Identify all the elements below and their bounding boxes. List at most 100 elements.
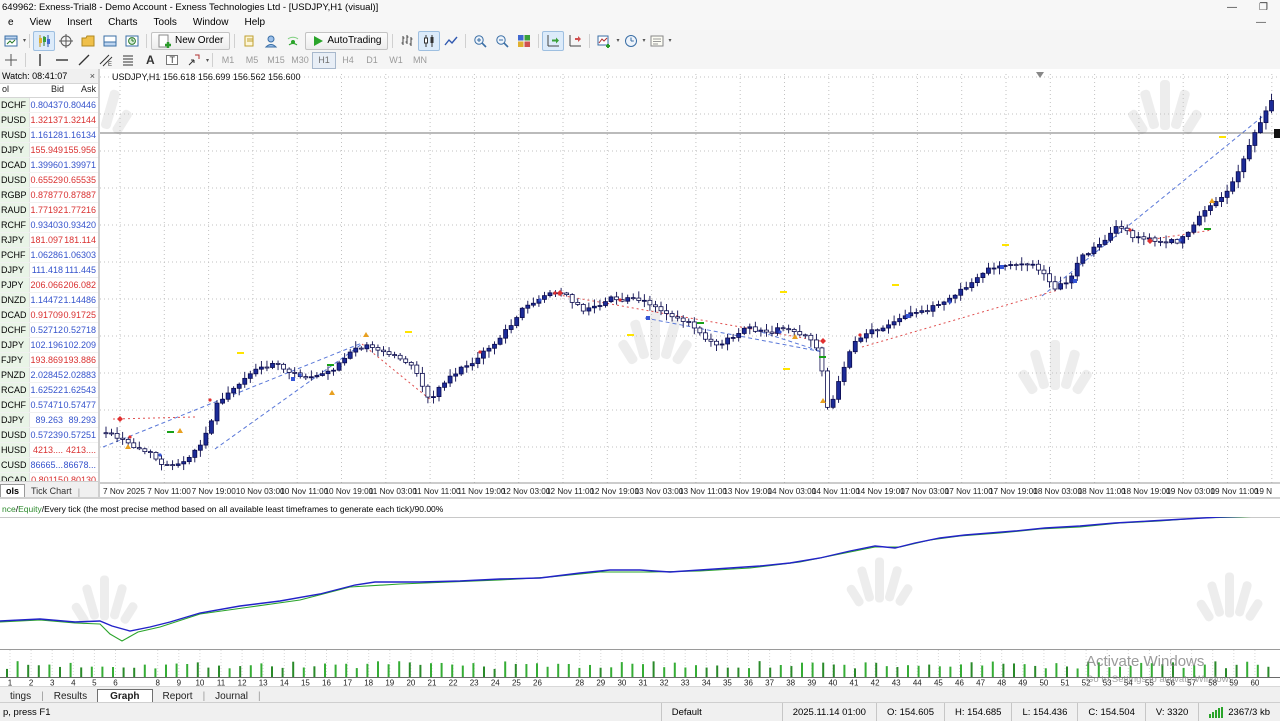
label-icon[interactable]: T	[161, 50, 183, 70]
tester-graph-canvas[interactable]	[0, 517, 1280, 650]
menu-item-help[interactable]: Help	[236, 17, 273, 28]
chart-canvas[interactable]: USDJPY,H1 156.618 156.699 156.562 156.60…	[100, 69, 1280, 497]
trade-line-sell	[548, 293, 820, 341]
strategy-tester-icon[interactable]	[121, 31, 143, 51]
symbol-cell: DCAD	[0, 158, 30, 172]
tab-graph[interactable]: Graph	[97, 689, 152, 703]
market-watch-row[interactable]: DJPY111.418111.445	[0, 263, 98, 278]
vertical-line-icon[interactable]	[29, 50, 51, 70]
timeframe-m5[interactable]: M5	[240, 52, 264, 69]
market-watch-row[interactable]: FJPY193.869193.886	[0, 353, 98, 368]
new-chart-icon[interactable]	[0, 31, 22, 51]
candlestick-chart-icon[interactable]	[418, 31, 440, 51]
fibonacci-icon[interactable]	[117, 50, 139, 70]
tab-symbols[interactable]: ols	[0, 484, 25, 497]
trade-number-label: 1	[8, 679, 13, 687]
market-watch-row[interactable]: DCHF0.804370.80446	[0, 98, 98, 113]
candle-body	[581, 304, 585, 311]
timeframe-m1[interactable]: M1	[216, 52, 240, 69]
menu-item-tools[interactable]: Tools	[146, 17, 185, 28]
timeframe-d1[interactable]: D1	[360, 52, 384, 69]
market-watch-row[interactable]: RJPY181.097181.114	[0, 233, 98, 248]
tile-windows-icon[interactable]	[513, 31, 535, 51]
market-watch-row[interactable]: DJPY155.949155.956	[0, 143, 98, 158]
autotrading-button[interactable]: AutoTrading	[305, 32, 388, 50]
candle-body	[165, 464, 169, 465]
market-watch-row[interactable]: DCHF0.527120.52718	[0, 323, 98, 338]
maximize-icon[interactable]: ❐	[1259, 2, 1268, 13]
script-icon[interactable]	[238, 31, 260, 51]
market-watch-row[interactable]: DUSD0.655290.65535	[0, 173, 98, 188]
trade-lot-bar	[176, 664, 178, 677]
trade-number-label: 5	[92, 679, 97, 687]
bar-chart-icon[interactable]	[396, 31, 418, 51]
bid-cell: 1.62522	[30, 385, 63, 395]
menu-item-window[interactable]: Window	[185, 17, 237, 28]
expert-advisors-icon[interactable]	[260, 31, 282, 51]
market-watch-row[interactable]: DCAD1.399601.39971	[0, 158, 98, 173]
market-watch-row[interactable]: DCAD0.917090.91725	[0, 308, 98, 323]
candle-body	[604, 302, 608, 306]
market-watch-row[interactable]: RAUD1.771921.77216	[0, 203, 98, 218]
timeframe-w1[interactable]: W1	[384, 52, 408, 69]
timeframe-mn[interactable]: MN	[408, 52, 432, 69]
status-profile[interactable]: Default	[661, 703, 782, 721]
zoom-out-icon[interactable]	[491, 31, 513, 51]
market-watch-row[interactable]: DUSD0.572390.57251	[0, 428, 98, 443]
text-icon[interactable]: A	[139, 50, 161, 70]
menu-item-charts[interactable]: Charts	[100, 17, 145, 28]
line-chart-icon[interactable]	[440, 31, 462, 51]
crosshair-icon[interactable]	[55, 31, 77, 51]
market-watch-row[interactable]: CUSD86665...86678...	[0, 458, 98, 473]
horizontal-line-icon[interactable]	[51, 50, 73, 70]
channel-icon[interactable]: E	[95, 50, 117, 70]
market-watch-icon[interactable]	[33, 31, 55, 51]
zoom-in-icon[interactable]	[469, 31, 491, 51]
market-watch-row[interactable]: RUSD1.161281.16134	[0, 128, 98, 143]
indicators-icon[interactable]	[593, 31, 615, 51]
templates-icon[interactable]	[646, 31, 668, 51]
timeframe-h1[interactable]: H1	[312, 52, 336, 69]
market-watch-row[interactable]: DJPY102.196102.209	[0, 338, 98, 353]
market-watch-row[interactable]: DCHF0.574710.57477	[0, 398, 98, 413]
cursor-icon[interactable]	[0, 50, 22, 70]
candle-body	[387, 352, 391, 355]
market-watch-row[interactable]: DJPY89.26389.293	[0, 413, 98, 428]
chart-window[interactable]: USDJPY,H1 156.618 156.699 156.562 156.60…	[100, 69, 1280, 497]
terminal-icon[interactable]	[99, 31, 121, 51]
menu-item-view[interactable]: View	[22, 17, 60, 28]
navigator-icon[interactable]	[77, 31, 99, 51]
candle-body	[215, 403, 219, 421]
new-order-button[interactable]: New Order	[151, 32, 230, 50]
menu-item-insert[interactable]: Insert	[59, 17, 100, 28]
timeframe-m15[interactable]: M15	[264, 52, 288, 69]
auto-scroll-icon[interactable]	[542, 31, 564, 51]
timeframe-h4[interactable]: H4	[336, 52, 360, 69]
menu-item-e[interactable]: e	[0, 17, 22, 28]
tab-tick-chart[interactable]: Tick Chart	[25, 485, 78, 497]
trade-marker-blue	[1073, 279, 1077, 283]
time-axis-label: 17 Nov 19:00	[989, 487, 1038, 496]
market-watch-row[interactable]: PJPY206.066206.082	[0, 278, 98, 293]
candle-body	[670, 314, 674, 317]
candle-body	[1247, 145, 1251, 158]
market-watch-row[interactable]: PNZD2.028452.02883	[0, 368, 98, 383]
candle-body	[975, 278, 979, 283]
market-watch-row[interactable]: PUSD1.321371.32144	[0, 113, 98, 128]
periods-icon[interactable]	[620, 31, 642, 51]
close-icon[interactable]: ×	[90, 71, 98, 81]
arrows-icon[interactable]	[183, 50, 205, 70]
market-watch-row[interactable]: RCHF0.934030.93420	[0, 218, 98, 233]
market-watch-row[interactable]: HUSD4213....4213....	[0, 443, 98, 458]
trendline-icon[interactable]	[73, 50, 95, 70]
minimize-icon[interactable]: —	[1227, 2, 1237, 13]
chart-shift-icon[interactable]	[564, 31, 586, 51]
market-watch-row[interactable]: RCAD1.625221.62543	[0, 383, 98, 398]
signals-icon[interactable]	[282, 31, 304, 51]
timeframe-m30[interactable]: M30	[288, 52, 312, 69]
trade-number-label: 21	[428, 679, 437, 687]
child-minimize-icon[interactable]: —	[1256, 17, 1280, 28]
market-watch-row[interactable]: RGBP0.878770.87887	[0, 188, 98, 203]
market-watch-row[interactable]: DNZD1.144721.14486	[0, 293, 98, 308]
market-watch-row[interactable]: PCHF1.062861.06303	[0, 248, 98, 263]
